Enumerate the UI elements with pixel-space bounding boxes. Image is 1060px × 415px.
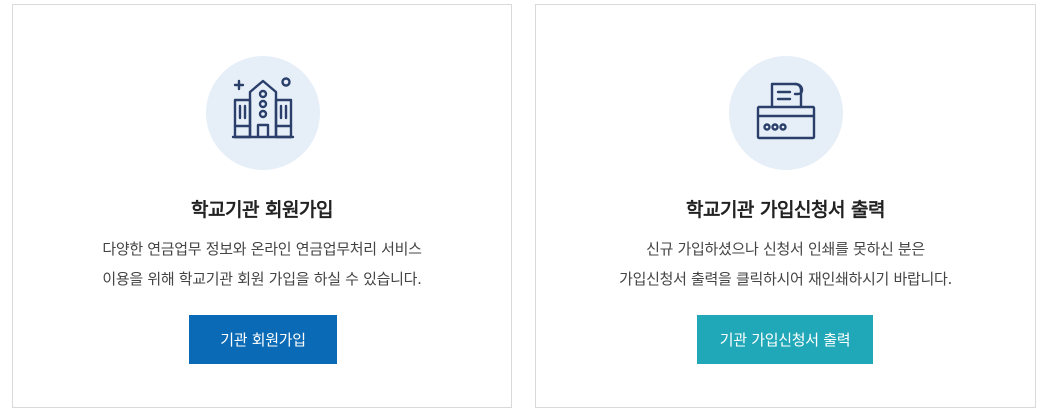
card-title: 학교기관 가입신청서 출력 bbox=[685, 199, 886, 221]
printer-icon-circle bbox=[729, 56, 843, 170]
description-line: 신규 가입하셨으나 신청서 인쇄를 못하신 분은 bbox=[646, 240, 925, 258]
print-application-button[interactable]: 기관 가입신청서 출력 bbox=[697, 315, 873, 364]
print-application-card: 학교기관 가입신청서 출력 신규 가입하셨으나 신청서 인쇄를 못하신 분은 가… bbox=[535, 4, 1036, 408]
description-line: 가입신청서 출력을 클릭하시어 재인쇄하시기 바랍니다. bbox=[619, 270, 952, 288]
school-registration-button[interactable]: 기관 회원가입 bbox=[189, 315, 337, 364]
description-line: 이용을 위해 학교기관 회원 가입을 하실 수 있습니다. bbox=[102, 270, 422, 288]
description-line: 다양한 연금업무 정보와 온라인 연금업무처리 서비스 bbox=[102, 240, 422, 258]
printer-icon bbox=[756, 82, 816, 140]
card-title: 학교기관 회원가입 bbox=[191, 199, 333, 221]
school-registration-card: 학교기관 회원가입 다양한 연금업무 정보와 온라인 연금업무처리 서비스 이용… bbox=[12, 4, 512, 408]
school-building-icon bbox=[231, 77, 295, 139]
card-description: 신규 가입하셨으나 신청서 인쇄를 못하신 분은 가입신청서 출력을 클릭하시어… bbox=[536, 234, 1035, 294]
school-icon-circle bbox=[206, 56, 320, 170]
card-description: 다양한 연금업무 정보와 온라인 연금업무처리 서비스 이용을 위해 학교기관 … bbox=[13, 234, 511, 294]
